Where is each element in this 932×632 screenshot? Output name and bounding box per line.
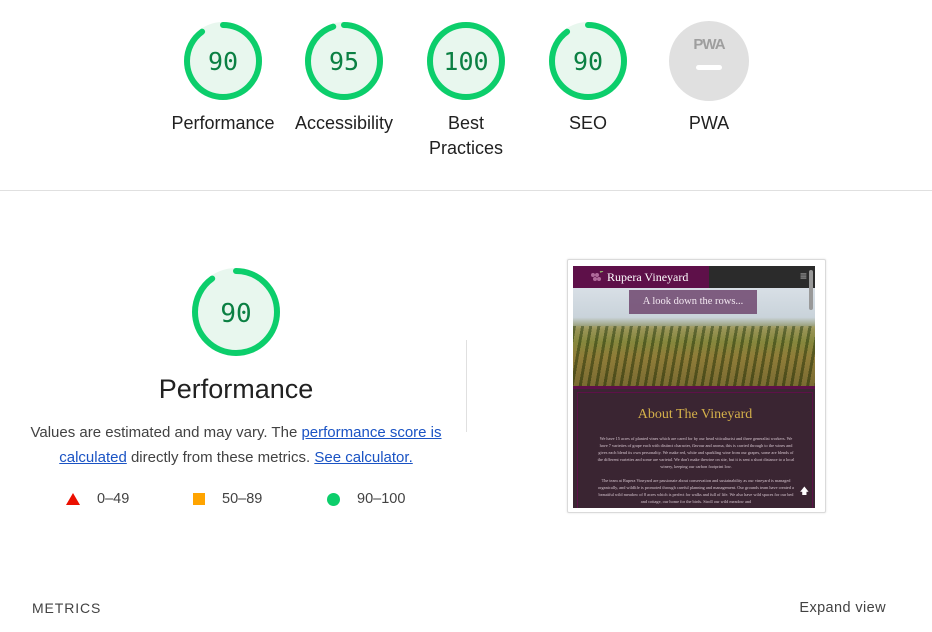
gauge-score: 90 bbox=[208, 47, 238, 76]
legend-fail: 0–49 bbox=[66, 491, 129, 507]
desc-middle: directly from these metrics. bbox=[126, 449, 315, 466]
gauge-label-line2: Practices bbox=[428, 138, 504, 158]
performance-title: Performance bbox=[158, 374, 314, 404]
site-brand: Rupera Vineyard bbox=[573, 266, 709, 288]
legend-pass: 90–100 bbox=[327, 491, 405, 507]
about-paragraph-1: We have 15 acres of planted vines which … bbox=[597, 436, 795, 469]
gauge-score: 90 bbox=[573, 47, 603, 76]
legend-pass-label: 90–100 bbox=[357, 491, 406, 507]
legend-fail-label: 0–49 bbox=[97, 491, 130, 507]
expand-view-button[interactable]: Expand view bbox=[799, 600, 886, 616]
screenshot-page: Rupera Vineyard ≡ A look down the rows..… bbox=[573, 266, 815, 508]
legend-average: 50–89 bbox=[193, 491, 262, 507]
average-square-icon bbox=[193, 493, 205, 505]
back-to-top-icon: 🡅 bbox=[799, 486, 809, 496]
gauge-seo[interactable]: 90 SEO bbox=[533, 20, 643, 136]
performance-score-gauge: 90 bbox=[192, 268, 280, 356]
about-paragraph-2: The team at Rupera Vineyard are passiona… bbox=[598, 478, 794, 504]
pass-circle-icon bbox=[327, 492, 340, 506]
grape-logo-icon bbox=[591, 271, 604, 281]
gauge-label: Accessibility bbox=[294, 113, 394, 133]
about-heading: About The Vineyard bbox=[637, 407, 753, 422]
gauge-score: 95 bbox=[329, 47, 359, 76]
pwa-badge-text: PWA bbox=[693, 36, 725, 53]
performance-description: Values are estimated and may vary. The p… bbox=[30, 420, 442, 470]
metrics-heading: METRICS bbox=[32, 600, 102, 616]
site-brand-text: Rupera Vineyard bbox=[607, 270, 689, 284]
pwa-badge-icon: PWA bbox=[669, 21, 749, 101]
gauge-ring: 90 bbox=[184, 22, 262, 100]
legend-average-label: 50–89 bbox=[222, 491, 263, 507]
gauge-label: Performance bbox=[171, 113, 275, 133]
final-screenshot-thumbnail[interactable]: Rupera Vineyard ≡ A look down the rows..… bbox=[567, 259, 826, 513]
gauge-ring: 90 bbox=[549, 22, 627, 100]
gauge-pwa[interactable]: PWA PWA bbox=[654, 20, 764, 136]
header-divider bbox=[0, 190, 932, 191]
fail-triangle-icon bbox=[66, 493, 80, 505]
gauge-performance[interactable]: 90 Performance bbox=[168, 20, 278, 136]
gauge-label-line1: Best bbox=[447, 113, 485, 133]
scrollbar-thumb bbox=[809, 270, 813, 310]
gauge-accessibility[interactable]: 95 Accessibility bbox=[289, 20, 399, 136]
gauge-label: Best Practices bbox=[411, 111, 521, 161]
gauge-label: SEO bbox=[568, 113, 607, 133]
gauge-best-practices[interactable]: 100 Best Practices bbox=[411, 20, 521, 161]
gauge-label: PWA bbox=[688, 113, 730, 133]
score-legend: 0–49 50–89 90–100 bbox=[66, 491, 466, 511]
see-calculator-link[interactable]: See calculator. bbox=[314, 449, 412, 466]
gauge-score: 100 bbox=[443, 47, 488, 76]
hamburger-menu-icon: ≡ bbox=[799, 269, 807, 283]
desc-prefix: Values are estimated and may vary. The bbox=[30, 424, 302, 441]
vineyard-rows bbox=[573, 326, 815, 386]
category-gauges: 90 Performance 95 Accessibility 100 Best… bbox=[170, 20, 770, 170]
section-divider bbox=[466, 340, 467, 432]
photo-caption: A look down the rows... bbox=[629, 290, 757, 314]
about-section: About The Vineyard We have 15 acres of p… bbox=[577, 392, 813, 508]
performance-score: 90 bbox=[220, 299, 251, 329]
pwa-dash bbox=[696, 65, 722, 70]
gauge-ring: 100 bbox=[427, 22, 505, 100]
about-top-border bbox=[573, 386, 815, 389]
gauge-ring: 95 bbox=[305, 22, 383, 100]
